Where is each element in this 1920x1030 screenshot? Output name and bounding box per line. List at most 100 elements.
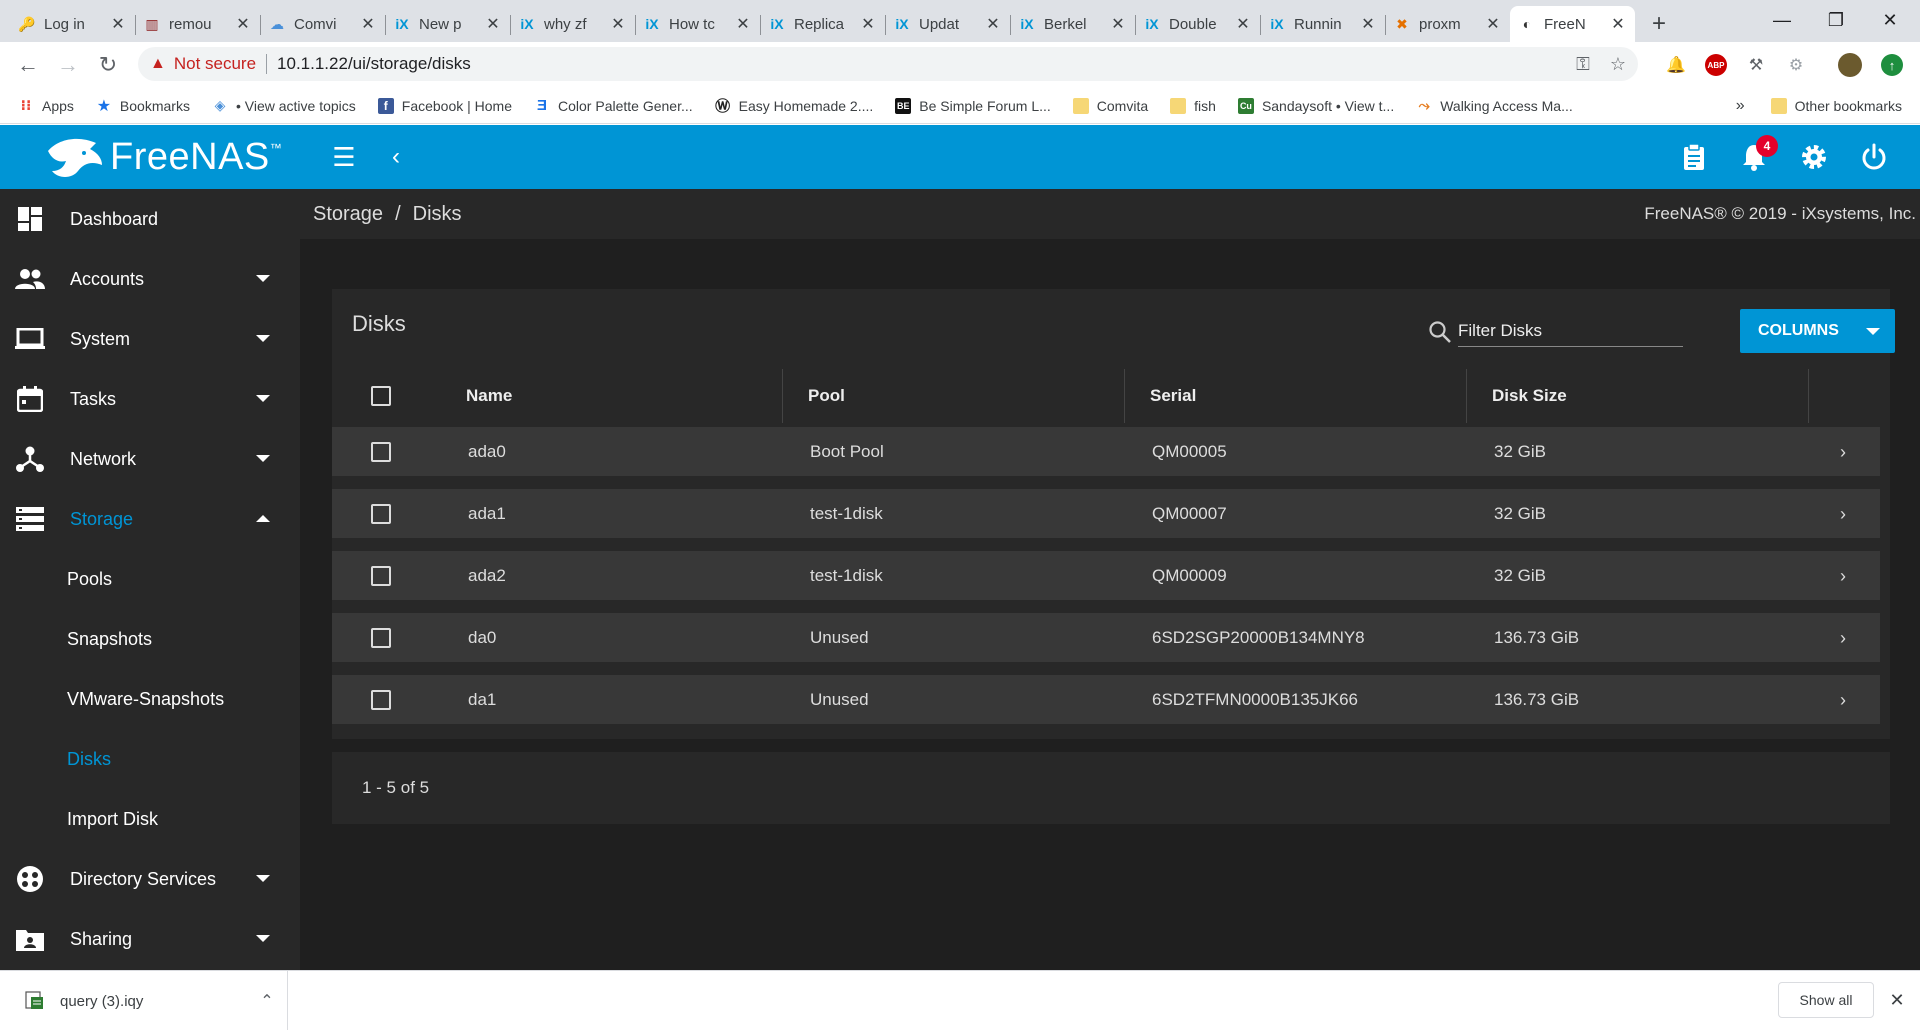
sidebar-item-tasks[interactable]: Tasks xyxy=(0,369,300,429)
close-icon[interactable]: ✕ xyxy=(1234,14,1252,34)
sidebar-item-accounts[interactable]: Accounts xyxy=(0,249,300,309)
close-icon[interactable]: ✕ xyxy=(984,14,1002,34)
browser-tab-active[interactable]: ◐ FreeN ✕ xyxy=(1510,6,1635,42)
download-item[interactable]: query (3).iqy ⌃ xyxy=(0,971,288,1030)
browser-tab[interactable]: iX Berkel ✕ xyxy=(1010,6,1135,42)
filter-disks-input[interactable] xyxy=(1458,315,1683,347)
bookmark-item[interactable]: f Facebook | Home xyxy=(377,97,512,114)
close-icon[interactable]: ✕ xyxy=(1359,14,1377,34)
browser-tab[interactable]: iX How tc ✕ xyxy=(635,6,760,42)
close-icon[interactable]: ✕ xyxy=(234,14,252,34)
browser-tab[interactable]: iX New p ✕ xyxy=(385,6,510,42)
chevron-right-icon[interactable]: › xyxy=(1840,489,1846,539)
bookmark-item[interactable]: Cu Sandaysoft • View t... xyxy=(1237,97,1394,114)
chevron-right-icon[interactable]: › xyxy=(1840,675,1846,725)
sidebar-item-pools[interactable]: Pools xyxy=(67,549,112,609)
sidebar-item-disks[interactable]: Disks xyxy=(67,729,111,789)
bookmark-item[interactable]: ⤳ Walking Access Ma... xyxy=(1416,97,1573,114)
chevron-right-icon[interactable]: › xyxy=(1840,613,1846,663)
window-close-icon[interactable]: ✕ xyxy=(1862,0,1918,40)
browser-tab[interactable]: iX Replica ✕ xyxy=(760,6,885,42)
bookmark-item[interactable]: Comvita xyxy=(1072,97,1148,114)
columns-button[interactable]: COLUMNS xyxy=(1740,309,1895,353)
sidebar-item-directory-services[interactable]: Directory Services xyxy=(0,849,300,909)
chevron-left-icon[interactable]: ‹ xyxy=(372,125,420,189)
table-row[interactable]: da0 Unused 6SD2SGP20000B134MNY8 136.73 G… xyxy=(332,613,1880,663)
table-row[interactable]: da1 Unused 6SD2TFMN0000B135JK66 136.73 G… xyxy=(332,675,1880,725)
close-icon[interactable]: ✕ xyxy=(109,14,127,34)
breadcrumb-storage[interactable]: Storage xyxy=(313,203,383,226)
sidebar-item-storage[interactable]: Storage xyxy=(0,489,300,549)
bell-icon[interactable]: 🔔 xyxy=(1660,42,1692,88)
bookmark-item[interactable]: BE Be Simple Forum L... xyxy=(895,97,1051,114)
browser-tab[interactable]: iX why zf ✕ xyxy=(510,6,635,42)
row-checkbox[interactable] xyxy=(371,504,391,524)
sidebar-item-snapshots[interactable]: Snapshots xyxy=(67,609,152,669)
chevron-right-icon[interactable]: › xyxy=(1840,427,1846,477)
avatar[interactable] xyxy=(1834,42,1866,88)
power-icon[interactable] xyxy=(1850,125,1898,189)
close-icon[interactable]: ✕ xyxy=(1109,14,1127,34)
freenas-logo[interactable]: FreeNAS ™ xyxy=(44,133,282,181)
browser-tab[interactable]: 🔑 Log in ✕ xyxy=(10,6,135,42)
bookmark-item[interactable]: Ǝ Color Palette Gener... xyxy=(534,97,693,114)
more-bookmarks-button[interactable]: » xyxy=(1736,97,1745,115)
close-icon[interactable]: ✕ xyxy=(1484,14,1502,34)
browser-tab[interactable]: iX Updat ✕ xyxy=(885,6,1010,42)
reload-icon[interactable]: ↻ xyxy=(88,45,128,85)
url-text[interactable]: 10.1.1.22/ui/storage/disks xyxy=(277,54,471,74)
column-header-disk-size[interactable]: Disk Size xyxy=(1492,365,1567,427)
sidebar-item-network[interactable]: Network xyxy=(0,429,300,489)
star-icon[interactable]: ☆ xyxy=(1610,54,1626,75)
browser-tab[interactable]: ▥ remou ✕ xyxy=(135,6,260,42)
key-icon[interactable]: ⚿ xyxy=(1576,54,1590,75)
column-header-pool[interactable]: Pool xyxy=(808,365,845,427)
browser-tab[interactable]: ✖ proxm ✕ xyxy=(1385,6,1510,42)
show-all-button[interactable]: Show all xyxy=(1778,982,1874,1018)
new-tab-button[interactable]: + xyxy=(1641,6,1677,42)
bookmark-item[interactable]: ◈ • View active topics xyxy=(212,97,356,114)
close-icon[interactable]: ✕ xyxy=(609,14,627,34)
row-checkbox[interactable] xyxy=(371,628,391,648)
row-checkbox[interactable] xyxy=(371,690,391,710)
chevron-up-icon[interactable]: ⌃ xyxy=(247,991,287,1011)
bookmark-item[interactable]: ★ Bookmarks xyxy=(96,98,190,115)
close-icon[interactable]: ✕ xyxy=(1609,14,1627,34)
select-all-checkbox[interactable] xyxy=(371,386,391,406)
chevron-right-icon[interactable]: › xyxy=(1840,551,1846,601)
close-icon[interactable]: ✕ xyxy=(734,14,752,34)
close-icon[interactable]: ✕ xyxy=(859,14,877,34)
browser-tab[interactable]: ☁ Comvi ✕ xyxy=(260,6,385,42)
sidebar-item-vmware-snapshots[interactable]: VMware-Snapshots xyxy=(67,669,224,729)
settings-icon[interactable] xyxy=(1790,125,1838,189)
tools-icon[interactable]: ⚒ xyxy=(1740,42,1772,88)
sidebar-item-system[interactable]: System xyxy=(0,309,300,369)
row-checkbox[interactable] xyxy=(371,442,391,462)
extension-icon[interactable]: ⚙ xyxy=(1780,42,1812,88)
maximize-icon[interactable]: ❐ xyxy=(1808,0,1864,40)
browser-tab[interactable]: iX Double ✕ xyxy=(1135,6,1260,42)
close-icon[interactable]: ✕ xyxy=(1882,982,1912,1018)
adblock-icon[interactable]: ABP xyxy=(1700,42,1732,88)
row-checkbox[interactable] xyxy=(371,566,391,586)
bookmark-item[interactable]: Ⓦ Easy Homemade 2.... xyxy=(715,98,873,116)
browser-tab[interactable]: iX Runnin ✕ xyxy=(1260,6,1385,42)
table-row[interactable]: ada2 test-1disk QM00009 32 GiB › xyxy=(332,551,1880,601)
update-icon[interactable]: ↑ xyxy=(1876,42,1908,88)
table-row[interactable]: ada0 Boot Pool QM00005 32 GiB › xyxy=(332,427,1880,477)
sidebar-item-sharing[interactable]: Sharing xyxy=(0,909,300,969)
column-header-serial[interactable]: Serial xyxy=(1150,365,1196,427)
bookmark-item[interactable]: fish xyxy=(1170,97,1216,114)
minimize-icon[interactable]: — xyxy=(1754,0,1810,40)
other-bookmarks-button[interactable]: Other bookmarks xyxy=(1795,98,1902,114)
close-icon[interactable]: ✕ xyxy=(484,14,502,34)
notifications-button[interactable]: 4 xyxy=(1730,125,1778,189)
bookmark-item[interactable]: ⁝⁝ Apps xyxy=(18,97,74,114)
omnibox[interactable]: ▲ Not secure 10.1.1.22/ui/storage/disks … xyxy=(138,47,1638,81)
column-header-name[interactable]: Name xyxy=(466,365,512,427)
clipboard-icon[interactable] xyxy=(1670,125,1718,189)
table-row[interactable]: ada1 test-1disk QM00007 32 GiB › xyxy=(332,489,1880,539)
close-icon[interactable]: ✕ xyxy=(359,14,377,34)
forward-icon[interactable]: → xyxy=(48,45,88,85)
back-icon[interactable]: ← xyxy=(8,45,48,85)
